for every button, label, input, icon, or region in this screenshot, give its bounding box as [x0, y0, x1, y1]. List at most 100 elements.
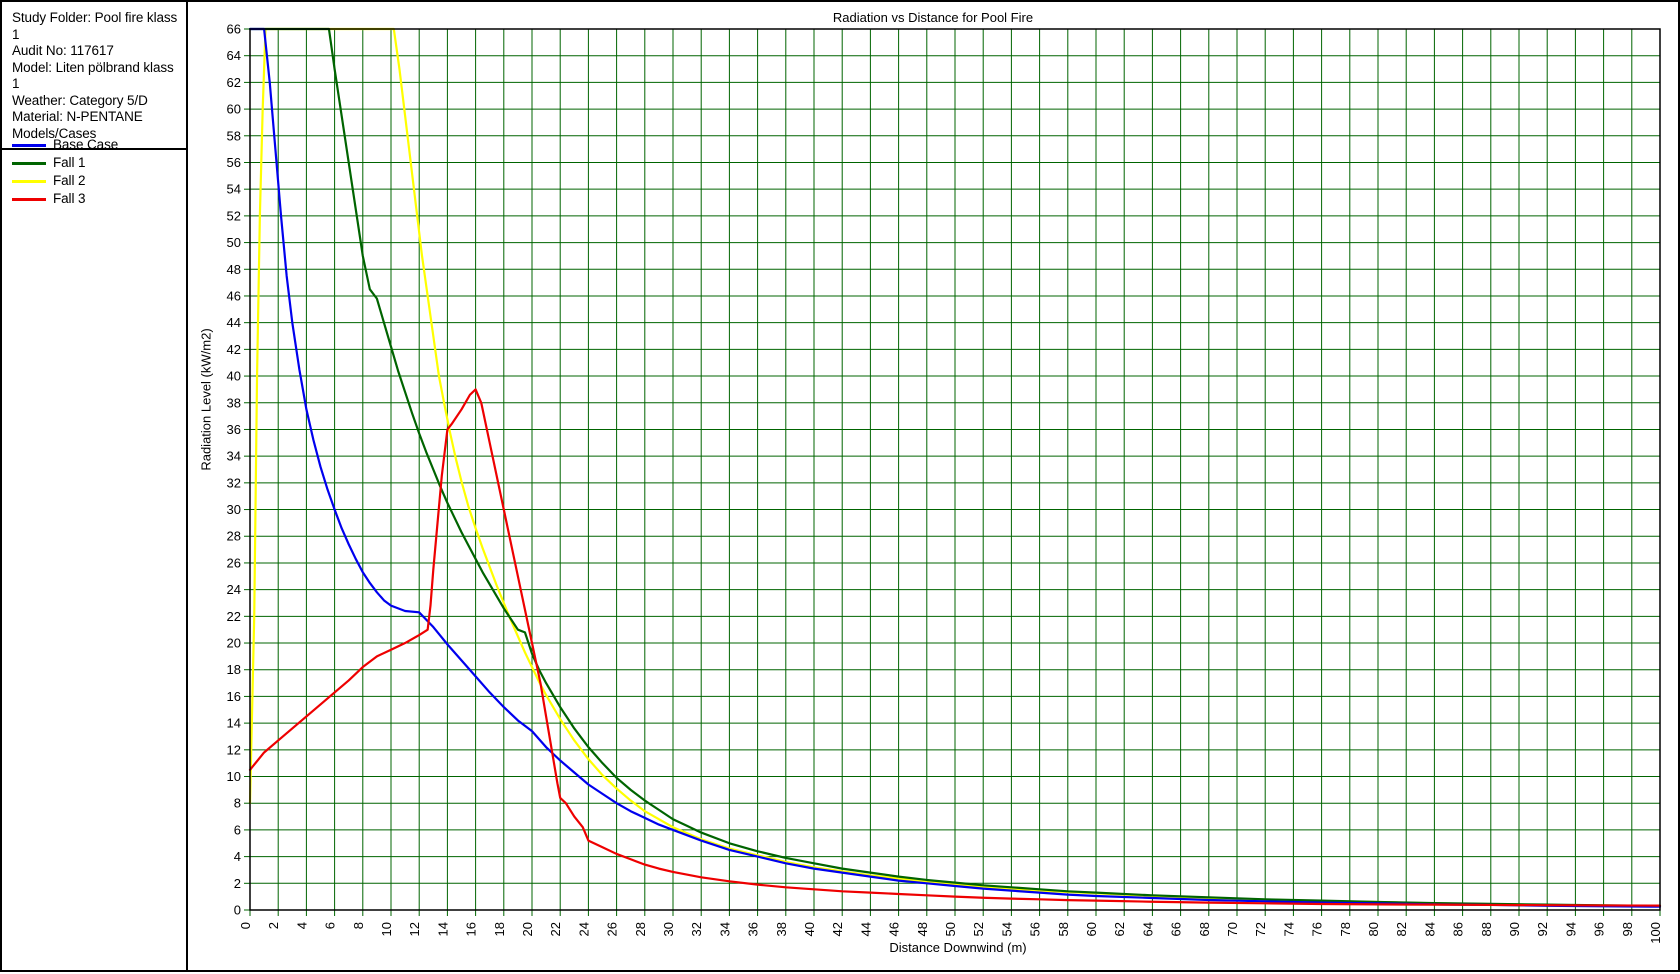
legend-label-base-case: Base Case — [53, 137, 119, 152]
svg-text:18: 18 — [492, 922, 507, 936]
legend-swatch-fall-2 — [12, 179, 46, 183]
info-panel: Study Folder: Pool fire klass 1 Audit No… — [2, 2, 188, 970]
svg-text:20: 20 — [227, 636, 241, 651]
svg-text:10: 10 — [227, 769, 241, 784]
chart-region: Radiation vs Distance for Pool Fire Radi… — [188, 2, 1678, 970]
chart-window: Study Folder: Pool fire klass 1 Audit No… — [0, 0, 1680, 972]
svg-text:2: 2 — [234, 876, 241, 891]
svg-text:16: 16 — [227, 689, 241, 704]
svg-text:100: 100 — [1648, 922, 1663, 944]
weather-line: Weather: Category 5/D — [12, 92, 148, 108]
svg-text:26: 26 — [227, 555, 241, 570]
svg-text:52: 52 — [971, 922, 986, 936]
svg-text:28: 28 — [227, 529, 241, 544]
svg-text:16: 16 — [464, 922, 479, 936]
svg-text:72: 72 — [1253, 922, 1268, 936]
svg-text:18: 18 — [227, 662, 241, 677]
svg-text:60: 60 — [227, 102, 241, 117]
material-line: Material: N-PENTANE — [12, 109, 143, 124]
svg-text:30: 30 — [227, 502, 241, 517]
model-line: Model: Liten pölbrand klass 1 — [12, 59, 178, 92]
svg-text:22: 22 — [548, 922, 563, 936]
svg-text:56: 56 — [227, 155, 241, 170]
svg-text:92: 92 — [1535, 922, 1550, 936]
svg-text:94: 94 — [1563, 922, 1578, 936]
svg-text:74: 74 — [1281, 922, 1296, 936]
svg-text:68: 68 — [1197, 922, 1212, 936]
legend-label-fall-2: Fall 2 — [53, 173, 86, 188]
svg-text:52: 52 — [227, 208, 241, 223]
svg-text:28: 28 — [633, 922, 648, 936]
svg-text:8: 8 — [234, 796, 241, 811]
svg-text:12: 12 — [227, 742, 241, 757]
study-folder-line: Study Folder: Pool fire klass 1 — [12, 10, 181, 42]
svg-text:88: 88 — [1479, 922, 1494, 936]
svg-text:34: 34 — [717, 922, 732, 936]
svg-text:78: 78 — [1338, 922, 1353, 936]
svg-text:8: 8 — [351, 922, 366, 929]
svg-text:32: 32 — [227, 475, 241, 490]
svg-text:82: 82 — [1394, 922, 1409, 936]
legend-item-fall-2[interactable]: Fall 2 — [10, 172, 180, 190]
svg-text:46: 46 — [227, 288, 241, 303]
svg-text:66: 66 — [1169, 922, 1184, 936]
svg-text:48: 48 — [227, 262, 241, 277]
svg-text:42: 42 — [227, 342, 241, 357]
svg-text:50: 50 — [227, 235, 241, 250]
grid-layer — [249, 28, 1661, 911]
svg-text:62: 62 — [227, 75, 241, 90]
svg-text:32: 32 — [689, 922, 704, 936]
svg-text:0: 0 — [234, 903, 241, 918]
svg-text:24: 24 — [576, 922, 591, 936]
svg-text:10: 10 — [379, 922, 394, 936]
svg-text:14: 14 — [435, 922, 450, 936]
svg-text:98: 98 — [1620, 922, 1635, 936]
svg-text:4: 4 — [234, 849, 241, 864]
svg-text:22: 22 — [227, 609, 241, 624]
svg-text:24: 24 — [227, 582, 241, 597]
svg-text:40: 40 — [227, 369, 241, 384]
svg-text:6: 6 — [234, 822, 241, 837]
svg-text:64: 64 — [227, 48, 241, 63]
legend-swatch-base-case — [12, 143, 46, 147]
svg-text:96: 96 — [1592, 922, 1607, 936]
audit-no-line: Audit No: 117617 — [12, 43, 114, 58]
legend-swatch-fall-3 — [12, 197, 46, 201]
svg-text:46: 46 — [887, 922, 902, 936]
svg-text:64: 64 — [1140, 922, 1155, 936]
svg-text:90: 90 — [1507, 922, 1522, 936]
svg-text:14: 14 — [227, 716, 241, 731]
svg-text:84: 84 — [1422, 922, 1437, 936]
svg-text:36: 36 — [746, 922, 761, 936]
svg-text:60: 60 — [1084, 922, 1099, 936]
svg-text:6: 6 — [323, 922, 338, 929]
svg-text:38: 38 — [774, 922, 789, 936]
legend-item-fall-3[interactable]: Fall 3 — [10, 190, 180, 208]
plot-svg: 0 2 4 6 8 10 12 14 16 18 20 22 24 26 28 30 32 34 36 38 40 42 4… — [227, 22, 1663, 944]
svg-text:20: 20 — [520, 922, 535, 936]
svg-text:66: 66 — [227, 22, 241, 37]
svg-text:70: 70 — [1225, 922, 1240, 936]
svg-text:48: 48 — [915, 922, 930, 936]
svg-text:62: 62 — [1112, 922, 1127, 936]
svg-text:34: 34 — [227, 449, 241, 464]
chart-legend: Base Case Fall 1 Fall 2 Fall 3 — [2, 128, 186, 216]
svg-text:4: 4 — [294, 922, 309, 929]
svg-text:44: 44 — [858, 922, 873, 936]
legend-item-base-case[interactable]: Base Case — [10, 136, 180, 154]
svg-text:56: 56 — [1028, 922, 1043, 936]
svg-text:2: 2 — [266, 922, 281, 929]
svg-text:30: 30 — [661, 922, 676, 936]
svg-text:44: 44 — [227, 315, 241, 330]
svg-text:80: 80 — [1366, 922, 1381, 936]
svg-text:36: 36 — [227, 422, 241, 437]
svg-text:54: 54 — [227, 182, 241, 197]
legend-item-fall-1[interactable]: Fall 1 — [10, 154, 180, 172]
svg-text:12: 12 — [407, 922, 422, 936]
svg-text:54: 54 — [999, 922, 1014, 936]
svg-text:26: 26 — [605, 922, 620, 936]
svg-text:58: 58 — [227, 128, 241, 143]
svg-text:58: 58 — [1056, 922, 1071, 936]
svg-text:38: 38 — [227, 395, 241, 410]
legend-label-fall-1: Fall 1 — [53, 155, 86, 170]
